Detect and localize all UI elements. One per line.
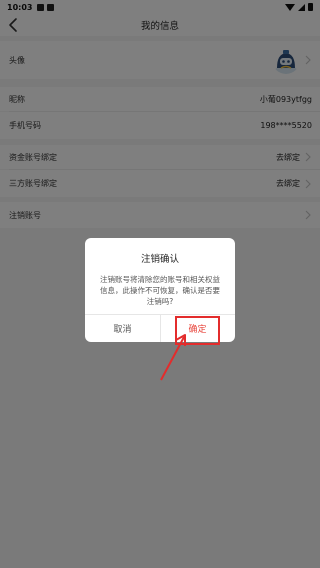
dialog-title: 注销确认 <box>140 254 179 265</box>
dialog-message: 注销账号将清除您的账号和相关权益信息，此操作不可恢复，确认是否要注销吗? <box>100 275 220 306</box>
cancel-button[interactable]: 取消 <box>85 314 160 342</box>
annotation-highlight-box <box>175 316 220 345</box>
